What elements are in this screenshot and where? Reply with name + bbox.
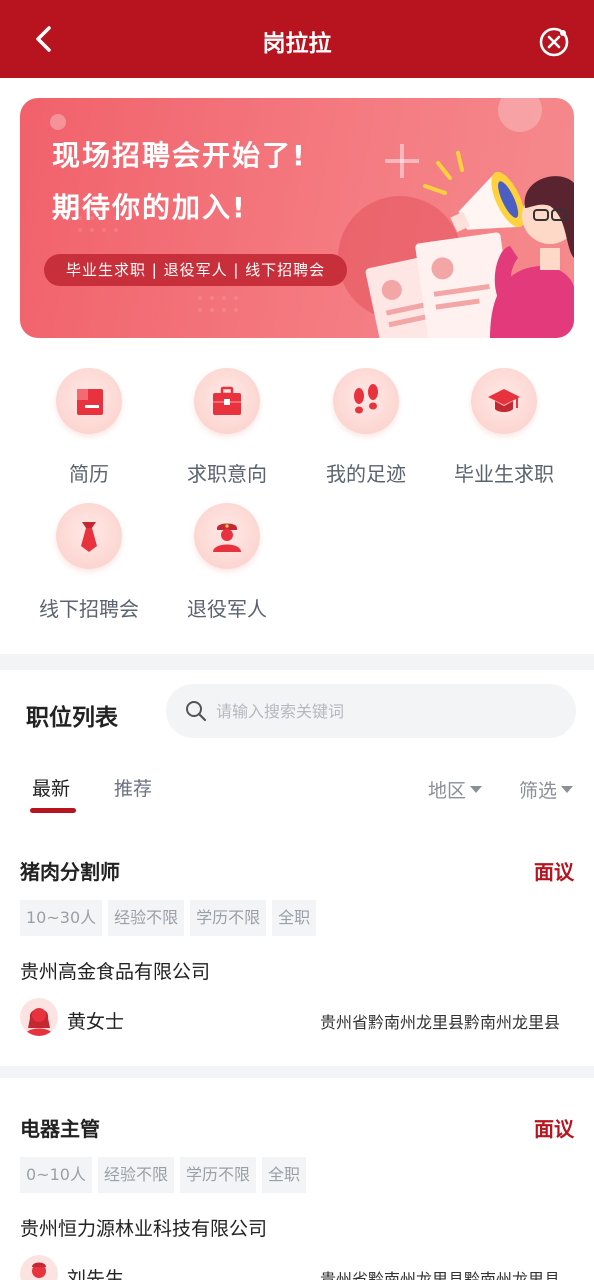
- grid-label: 我的足迹: [326, 462, 406, 486]
- job-list-title: 职位列表: [26, 705, 118, 731]
- grid-item-job-intention[interactable]: 求职意向: [157, 368, 297, 487]
- tag-job-type: 全职: [261, 1157, 306, 1193]
- grid-item-offline-job-fair[interactable]: 线下招聘会: [19, 503, 159, 622]
- tag-company-size: 0~10人: [20, 1157, 92, 1193]
- necktie-icon: [81, 522, 97, 552]
- tag-education: 学历不限: [190, 900, 267, 936]
- region-filter[interactable]: 地区: [428, 776, 483, 803]
- briefcase-icon: [213, 386, 241, 415]
- tag-experience: 经验不限: [108, 900, 185, 936]
- tag-experience: 经验不限: [97, 1157, 174, 1193]
- job-salary: 面议: [534, 860, 574, 884]
- caret-down-icon: [470, 786, 483, 793]
- tab-latest[interactable]: 最新: [32, 774, 70, 801]
- company-name: 贵州恒力源林业科技有限公司: [20, 1218, 268, 1240]
- grid-label: 线下招聘会: [39, 597, 139, 621]
- grid-label: 毕业生求职: [454, 462, 554, 486]
- grid-label: 退役军人: [187, 597, 267, 621]
- search-input[interactable]: [216, 684, 556, 738]
- banner-subheadline: 期待你的加入!: [52, 191, 247, 224]
- active-tab-indicator: [30, 808, 76, 813]
- banner-headline: 现场招聘会开始了!: [52, 139, 307, 172]
- filter-dropdown[interactable]: 筛选: [519, 776, 574, 803]
- resume-icon: [77, 389, 103, 415]
- search-bar[interactable]: [166, 684, 576, 738]
- grid-item-resume[interactable]: 简历: [19, 368, 159, 487]
- company-name: 贵州高金食品有限公司: [20, 961, 211, 983]
- grid-item-footprints[interactable]: 我的足迹: [296, 368, 436, 487]
- banner-tagline-pill: 毕业生求职 | 退役军人 | 线下招聘会: [44, 254, 348, 286]
- grid-item-veterans[interactable]: 退役军人: [157, 503, 297, 622]
- grid-item-graduate-jobs[interactable]: 毕业生求职: [434, 368, 574, 487]
- job-tags: 10~30人 经验不限 学历不限 全职: [20, 900, 317, 936]
- footprints-icon: [354, 384, 378, 414]
- soldier-icon: [213, 523, 241, 552]
- graduation-cap-icon: [488, 389, 520, 412]
- card-divider: [0, 1066, 594, 1078]
- job-salary: 面议: [534, 1117, 574, 1141]
- male-avatar-icon: [32, 1262, 46, 1278]
- contact-avatar: [20, 1255, 58, 1280]
- caret-down-icon: [561, 786, 574, 793]
- job-list-section: 职位列表 最新 推荐 地区 筛选 猪肉分割师 面议 10~30人 经验不限 学历…: [0, 670, 594, 1280]
- job-address: 贵州省黔南州龙里县黔南州龙里县: [320, 1270, 561, 1280]
- close-mini-program-icon[interactable]: [538, 26, 570, 58]
- job-tags: 0~10人 经验不限 学历不限 全职: [20, 1157, 306, 1193]
- app-header: 岗拉拉: [0, 0, 594, 78]
- tag-education: 学历不限: [179, 1157, 256, 1193]
- job-title: 电器主管: [20, 1117, 100, 1141]
- female-avatar-icon: [25, 1008, 53, 1036]
- job-card[interactable]: 电器主管 面议 0~10人 经验不限 学历不限 全职 贵州恒力源林业科技有限公司…: [0, 1078, 594, 1280]
- region-filter-label: 地区: [428, 780, 467, 802]
- filter-label: 筛选: [519, 780, 558, 802]
- grid-label: 求职意向: [187, 462, 267, 486]
- tab-recommended[interactable]: 推荐: [114, 774, 152, 801]
- contact-name: 黄女士: [67, 1011, 125, 1033]
- page-title: 岗拉拉: [262, 31, 332, 57]
- job-card[interactable]: 猪肉分割师 面议 10~30人 经验不限 学历不限 全职 贵州高金食品有限公司 …: [0, 830, 594, 1066]
- contact-name: 刘先生: [67, 1268, 125, 1280]
- contact-avatar: [20, 998, 58, 1036]
- grid-label: 简历: [69, 462, 109, 486]
- tag-company-size: 10~30人: [20, 900, 103, 936]
- job-address: 贵州省黔南州龙里县黔南州龙里县: [320, 1013, 561, 1032]
- recruitment-banner[interactable]: 现场招聘会开始了! 期待你的加入! 毕业生求职 | 退役军人 | 线下招聘会: [20, 98, 574, 338]
- search-icon: [186, 701, 207, 722]
- job-title: 猪肉分割师: [20, 860, 120, 884]
- top-section: 现场招聘会开始了! 期待你的加入! 毕业生求职 | 退役军人 | 线下招聘会 简…: [0, 78, 594, 654]
- tag-job-type: 全职: [272, 900, 317, 936]
